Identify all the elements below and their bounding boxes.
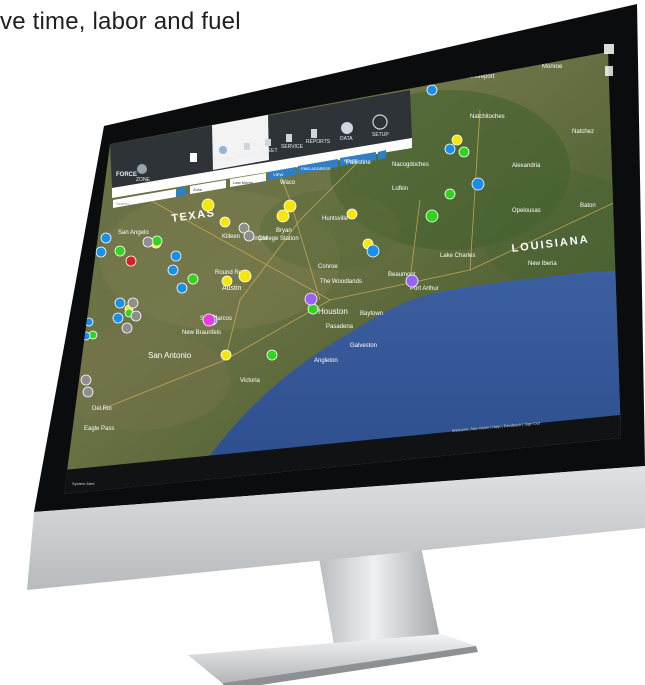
map-marker[interactable] — [304, 292, 318, 306]
toolbar-item-label: MAP — [162, 173, 174, 179]
map-marker[interactable] — [82, 386, 94, 398]
map-marker[interactable] — [425, 209, 439, 223]
toolbar-item-label: REPORTS — [306, 139, 331, 145]
city-label: The Woodlands — [320, 279, 362, 285]
city-label: Houston — [318, 307, 348, 316]
map-marker[interactable] — [458, 146, 470, 158]
map-marker[interactable] — [202, 313, 216, 327]
city-label: Eagle Pass — [84, 426, 114, 432]
map-screen: TEXAS LOUISIANA Shreveport Monroe Natchi… — [64, 52, 621, 494]
map-marker[interactable] — [405, 274, 419, 288]
map-marker[interactable] — [426, 84, 438, 96]
city-label: Natchez — [572, 129, 594, 135]
map-marker[interactable] — [167, 264, 179, 276]
map-marker[interactable] — [121, 322, 133, 334]
map-marker[interactable] — [125, 255, 137, 267]
city-label: San Angelo — [118, 230, 149, 236]
map-marker[interactable] — [266, 349, 278, 361]
city-label: Huntsville — [322, 216, 349, 222]
reports-icon — [311, 129, 317, 138]
city-label: San Antonio — [148, 351, 192, 360]
map-marker[interactable] — [142, 236, 154, 248]
toolbar-item-label: REPORT — [214, 157, 235, 163]
city-label: Nacogdoches — [392, 162, 429, 168]
city-label: Bryan — [276, 228, 292, 234]
map-marker[interactable] — [221, 275, 233, 287]
map-marker[interactable] — [187, 273, 199, 285]
map-marker[interactable] — [95, 246, 107, 258]
map-marker[interactable] — [346, 208, 358, 220]
map-marker[interactable] — [127, 297, 139, 309]
map-marker[interactable] — [220, 349, 232, 361]
map-marker[interactable] — [201, 198, 215, 212]
service-icon — [286, 134, 292, 142]
zone-icon — [137, 164, 147, 174]
city-label: Galveston — [350, 343, 377, 349]
city-label: Natchitoches — [470, 114, 505, 120]
map-marker[interactable] — [366, 244, 380, 258]
app-logo: FORCE — [116, 172, 137, 178]
city-label: Pasadena — [326, 324, 354, 330]
city-label: Conroe — [318, 264, 338, 270]
view-label: VIEW — [273, 172, 283, 177]
toolbar-item-label: FLEET — [262, 148, 278, 154]
map-marker[interactable] — [243, 230, 255, 242]
filter-value: Zone — [193, 187, 203, 192]
city-label: Lufkin — [392, 186, 408, 192]
map-marker[interactable] — [80, 374, 92, 386]
map-marker[interactable] — [276, 209, 290, 223]
route-label: ROUTE — [344, 158, 358, 163]
fleet-icon — [265, 139, 271, 146]
map-marker[interactable] — [151, 235, 163, 247]
city-label: New Iberia — [528, 261, 557, 267]
map-marker[interactable] — [283, 199, 297, 213]
city-label: Killeen — [222, 234, 240, 240]
map-marker[interactable] — [170, 250, 182, 262]
map-marker[interactable] — [112, 312, 124, 324]
city-label: Alexandria — [512, 163, 541, 169]
map-marker[interactable] — [444, 188, 456, 200]
imac-monitor: TEXAS LOUISIANA Shreveport Monroe Natchi… — [27, 4, 645, 685]
map-marker[interactable] — [451, 134, 463, 146]
map-marker[interactable] — [219, 216, 231, 228]
map-marker[interactable] — [114, 297, 126, 309]
map-marker[interactable] — [130, 310, 142, 322]
employees-icon — [244, 143, 250, 150]
toolbar-item-label: SERVICE — [281, 144, 304, 150]
map-marker[interactable] — [471, 177, 485, 191]
map-marker[interactable] — [238, 269, 252, 283]
map-marker[interactable] — [307, 303, 319, 315]
list-icon — [190, 153, 197, 162]
city-label: Monroe — [542, 64, 563, 70]
toolbar-item-label: ZONE — [136, 177, 151, 183]
city-label: New Braunfels — [182, 330, 221, 336]
city-label: Baton — [580, 203, 596, 209]
city-label: Del Rio — [92, 406, 112, 412]
city-label: Victoria — [240, 378, 261, 384]
map-layers-icon[interactable] — [605, 66, 613, 76]
map-marker[interactable] — [114, 245, 126, 257]
city-label: Lake Charles — [440, 253, 475, 259]
map-marker[interactable] — [176, 282, 188, 294]
city-label: Waco — [280, 180, 296, 186]
city-label: Austin — [222, 285, 242, 292]
toolbar-item-label: SETUP — [372, 132, 389, 138]
map-marker[interactable] — [100, 232, 112, 244]
globe-icon — [159, 157, 173, 171]
date-value: Last Month — [233, 180, 253, 185]
search-placeholder: Search... — [116, 201, 132, 206]
status-left: System Alert — [72, 481, 95, 486]
report-icon — [219, 146, 227, 154]
city-label: Angleton — [314, 358, 338, 364]
find-address-label: FIND ADDRESS — [301, 166, 331, 171]
city-label: Opelousas — [512, 208, 541, 214]
toolbar-item-label: DATA — [340, 136, 353, 142]
city-label: Baytown — [360, 311, 383, 317]
map-settings-icon[interactable] — [604, 44, 614, 54]
database-icon — [341, 122, 353, 134]
map-marker[interactable] — [444, 143, 456, 155]
toolbar-item-label: LIST — [189, 167, 200, 173]
